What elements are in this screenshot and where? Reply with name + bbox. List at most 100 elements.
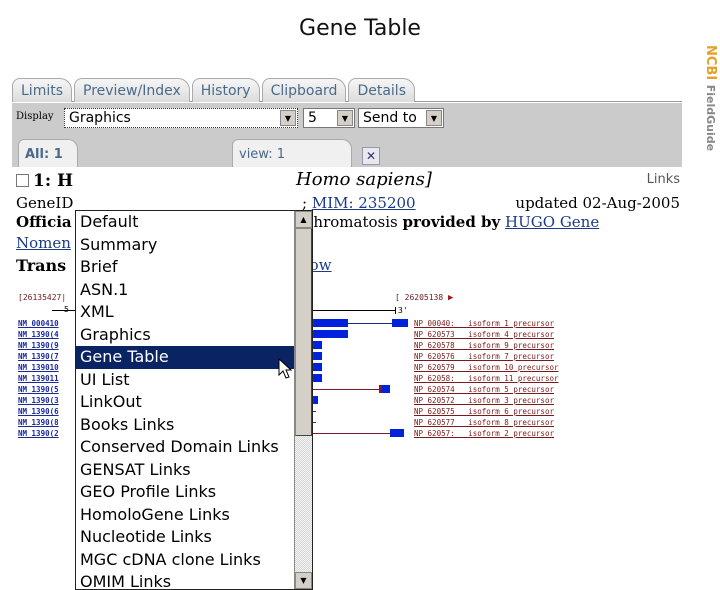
transcript-list: NM_000410 NM_1390(4 NM_1390(9 NM_1390(7 NM_1… (18, 318, 59, 439)
dropdown-option[interactable]: Gene Table (76, 346, 294, 369)
tab-limits[interactable]: Limits (12, 78, 72, 102)
dropdown-option[interactable]: Brief (76, 256, 294, 279)
transcript-link[interactable]: NM_1390(8 (18, 417, 59, 428)
transcript-link[interactable]: NM_1390(7 (18, 351, 59, 362)
chevron-down-icon[interactable]: ▼ (280, 110, 296, 126)
exon-block (382, 385, 390, 393)
updated-date: updated 02-Aug-2005 (515, 194, 680, 212)
record-title-text: 1: H (33, 171, 74, 191)
fieldguide-text: FieldGuide (704, 84, 717, 152)
dropdown-option[interactable]: ASN.1 (76, 279, 294, 302)
nomenclature-link-text[interactable]: Nomen (16, 234, 71, 252)
protein-link[interactable]: NP_620573 isoform 4 precursor (414, 329, 559, 340)
exon-block (314, 363, 322, 371)
tab-details[interactable]: Details (348, 78, 415, 102)
official-source-line: ochromatosis provided by HUGO Gene (296, 213, 599, 231)
transcript-link[interactable]: NM_139010 (18, 362, 59, 373)
chevron-down-icon[interactable]: ▼ (337, 110, 353, 126)
count-select[interactable]: 5 ▼ (303, 108, 355, 128)
transcript-link[interactable]: NM_1390(3 (18, 395, 59, 406)
nomenclature-link[interactable]: Nomen (16, 234, 71, 252)
links-link[interactable]: Links (647, 172, 680, 187)
protein-link[interactable]: NP_62058: isoform 11 precursor (414, 373, 559, 384)
protein-link[interactable]: NP_620579 isoform 10 precursor (414, 362, 559, 373)
exon-block (314, 396, 318, 404)
dropdown-option[interactable]: GENSAT Links (76, 459, 294, 482)
main-tabs: Limits Preview/Index History Clipboard D… (12, 78, 682, 102)
subtab-review[interactable]: view: 1 (232, 139, 352, 167)
dropdown-option[interactable]: LinkOut (76, 391, 294, 414)
arrow-right-icon[interactable]: ▶ (448, 293, 453, 303)
protein-link[interactable]: NP_620577 isoform 8 precursor (414, 417, 559, 428)
protein-link[interactable]: NP_620575 isoform 6 precursor (414, 406, 559, 417)
transcript-link[interactable]: NM_1390(2 (18, 428, 59, 439)
transcript-link[interactable]: NM_1390(5 (18, 384, 59, 395)
coord-left: [26135427| (18, 293, 67, 302)
transcript-link[interactable]: NM_1390(9 (18, 340, 59, 351)
display-format-dropdown[interactable]: Default Summary Brief ASN.1 XML Graphics Gene … (75, 210, 313, 590)
chevron-down-icon[interactable]: ▼ (426, 110, 442, 126)
dropdown-option[interactable]: OMIM Links (76, 571, 294, 589)
subtab-all[interactable]: All: 1 (18, 139, 78, 167)
protein-link[interactable]: NP_620574 isoform 5 precursor (414, 384, 559, 395)
transcript-link[interactable]: NM_1390(4 (18, 329, 59, 340)
record-species: Homo sapiens] (296, 169, 432, 190)
record-checkbox[interactable] (16, 174, 29, 187)
dropdown-option[interactable]: HomoloGene Links (76, 504, 294, 527)
scrollbar-thumb[interactable] (295, 228, 312, 436)
provided-by-label: provided by (402, 213, 501, 231)
exon-block (314, 330, 348, 338)
display-format-select[interactable]: Graphics ▼ (64, 108, 298, 128)
dropdown-option[interactable]: UI List (76, 369, 294, 392)
protein-link[interactable]: NP_00040: isoform 1 precursor (414, 318, 559, 329)
display-toolbar: Display Graphics ▼ 5 ▼ Send to ▼ (12, 103, 682, 131)
transcript-link[interactable]: NM_139011 (18, 373, 59, 384)
exon-block (314, 352, 322, 360)
record-title: 1: H (16, 171, 73, 191)
result-subtabs: All: 1 view: 1 ✕ (12, 131, 682, 167)
dropdown-option[interactable]: Graphics (76, 324, 294, 347)
dropdown-option[interactable]: Nucleotide Links (76, 526, 294, 549)
geneid-line: GeneID (16, 194, 74, 212)
exon-block (314, 341, 322, 349)
send-to-select[interactable]: Send to ▼ (358, 108, 444, 128)
ncbi-fieldguide-label: NCBI FieldGuide (703, 45, 718, 151)
dropdown-option[interactable]: GEO Profile Links (76, 481, 294, 504)
count-value: 5 (308, 110, 317, 126)
dropdown-option[interactable]: Conserved Domain Links (76, 436, 294, 459)
transcript-link[interactable]: NM_000410 (18, 318, 59, 329)
dropdown-option[interactable]: Summary (76, 234, 294, 257)
exon-block (390, 429, 404, 437)
protein-link[interactable]: NP_620578 isoform 9 precursor (414, 340, 559, 351)
tab-clipboard[interactable]: Clipboard (261, 78, 347, 102)
mim-line: ; MIM: 235200 (302, 194, 416, 212)
dropdown-option[interactable]: MGC cDNA clone Links (76, 549, 294, 572)
protein-link[interactable]: NP_620576 isoform 7 precursor (414, 351, 559, 362)
exon-block (314, 319, 348, 327)
dropdown-options: Default Summary Brief ASN.1 XML Graphics Gene … (76, 211, 312, 589)
tab-preview-index[interactable]: Preview/Index (74, 78, 190, 102)
protein-link[interactable]: NP_620572 isoform 3 precursor (414, 395, 559, 406)
transcript-link[interactable]: NM_1390(6 (18, 406, 59, 417)
scroll-down-icon[interactable]: ▼ (295, 572, 312, 589)
dropdown-scrollbar[interactable]: ▲ ▼ (294, 211, 312, 589)
dropdown-option[interactable]: XML (76, 301, 294, 324)
display-format-value: Graphics (69, 110, 131, 126)
exon-block (392, 319, 408, 327)
scroll-up-icon[interactable]: ▲ (295, 211, 312, 228)
mim-link[interactable]: MIM: 235200 (312, 194, 416, 212)
three-prime-label: 3' (398, 306, 408, 315)
tools-icon[interactable]: ✕ (362, 147, 380, 165)
transcripts-label: Trans (16, 256, 67, 275)
dropdown-option[interactable]: Books Links (76, 414, 294, 437)
intron-line (348, 323, 392, 324)
dropdown-option[interactable]: Default (76, 211, 294, 234)
display-label: Display (16, 111, 54, 122)
hugo-link[interactable]: HUGO Gene (505, 213, 599, 231)
exon-block (314, 374, 322, 382)
coord-right: [ 26205138 ▶ (395, 293, 453, 303)
browser-screenshot: Limits Preview/Index History Clipboard D… (12, 78, 682, 590)
axis-cap (395, 307, 396, 314)
protein-link[interactable]: NP_62057: isoform 2 precursor (414, 428, 559, 439)
tab-history[interactable]: History (191, 78, 260, 102)
